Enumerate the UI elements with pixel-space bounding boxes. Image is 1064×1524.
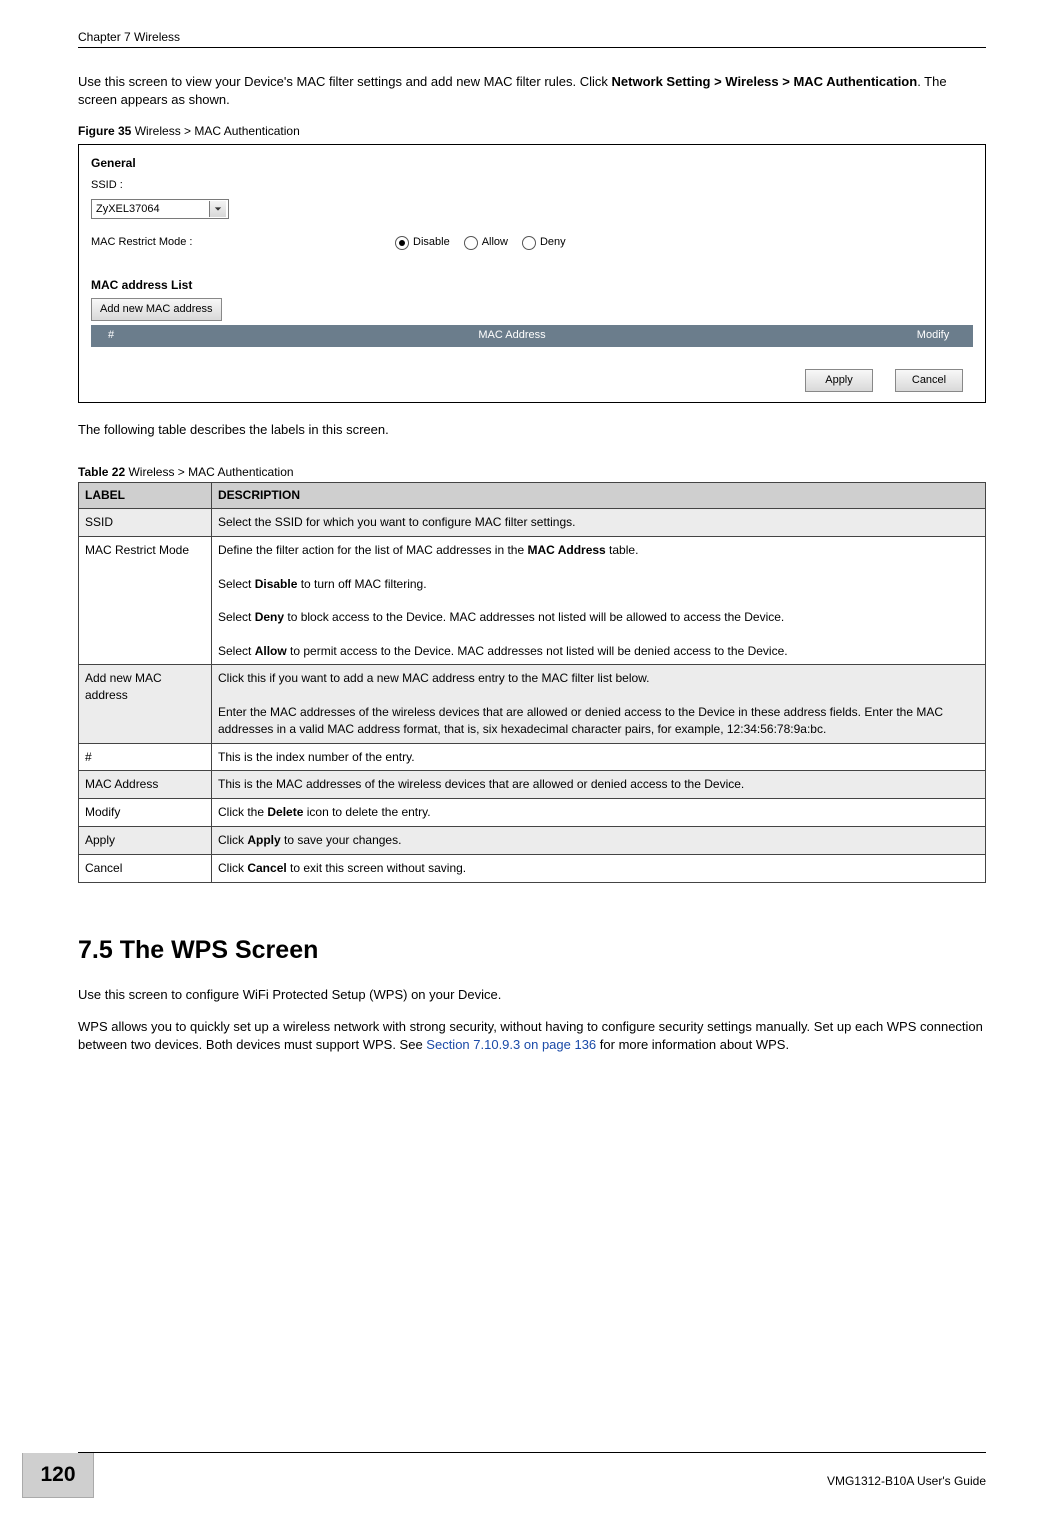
- chevron-down-icon: [209, 201, 226, 217]
- cell-label: SSID: [79, 509, 212, 537]
- section-link[interactable]: Section 7.10.9.3 on page 136: [426, 1037, 596, 1052]
- cell-desc: This is the index number of the entry.: [212, 743, 986, 771]
- section-p2b: for more information about WPS.: [596, 1037, 789, 1052]
- table-row: MAC Restrict ModeDefine the filter actio…: [79, 536, 986, 665]
- mid-text: The following table describes the labels…: [78, 421, 986, 439]
- intro-text-a: Use this screen to view your Device's MA…: [78, 74, 612, 89]
- cell-label: #: [79, 743, 212, 771]
- table-row: ApplyClick Apply to save your changes.: [79, 827, 986, 855]
- table-caption: Table 22 Wireless > MAC Authentication: [78, 464, 986, 481]
- table-row: SSIDSelect the SSID for which you want t…: [79, 509, 986, 537]
- col-modify: Modify: [893, 328, 973, 343]
- table-row: Add new MAC addressClick this if you wan…: [79, 665, 986, 743]
- intro-paragraph: Use this screen to view your Device's MA…: [78, 73, 986, 109]
- table-row: MAC AddressThis is the MAC addresses of …: [79, 771, 986, 799]
- cell-desc: Click this if you want to add a new MAC …: [212, 665, 986, 743]
- cell-label: MAC Address: [79, 771, 212, 799]
- cell-desc: Define the filter action for the list of…: [212, 536, 986, 665]
- page-number: 120: [22, 1453, 94, 1498]
- th-label: LABEL: [79, 483, 212, 509]
- apply-button[interactable]: Apply: [805, 369, 873, 392]
- radio-disable-label: Disable: [413, 235, 450, 250]
- ssid-select[interactable]: ZyXEL37064: [91, 199, 229, 219]
- radio-allow[interactable]: [464, 236, 478, 250]
- figure-maclist-label: MAC address List: [91, 277, 973, 294]
- cell-desc: This is the MAC addresses of the wireles…: [212, 771, 986, 799]
- cell-desc: Click Apply to save your changes.: [212, 827, 986, 855]
- cell-label: Modify: [79, 799, 212, 827]
- cell-label: MAC Restrict Mode: [79, 536, 212, 665]
- section-p1: Use this screen to configure WiFi Protec…: [78, 986, 986, 1004]
- cancel-button[interactable]: Cancel: [895, 369, 963, 392]
- radio-deny-label: Deny: [540, 235, 566, 250]
- description-table: LABEL DESCRIPTION SSIDSelect the SSID fo…: [78, 482, 986, 882]
- table-row: ModifyClick the Delete icon to delete th…: [79, 799, 986, 827]
- figure-general-label: General: [91, 155, 973, 172]
- chapter-label: Chapter 7 Wireless: [78, 30, 180, 44]
- figure-screenshot: General SSID : ZyXEL37064 MAC Restrict M…: [78, 144, 986, 403]
- figure-title: Wireless > MAC Authentication: [131, 124, 299, 138]
- figure-ssid-label: SSID :: [91, 178, 973, 193]
- figure-restrict-label: MAC Restrict Mode :: [91, 235, 381, 250]
- section-heading: 7.5 The WPS Screen: [78, 933, 986, 968]
- ssid-value: ZyXEL37064: [96, 202, 160, 217]
- radio-allow-label: Allow: [482, 235, 508, 250]
- footer: 120 VMG1312-B10A User's Guide: [0, 1452, 1064, 1498]
- body: Use this screen to view your Device's MA…: [78, 73, 986, 1054]
- cell-desc: Click the Delete icon to delete the entr…: [212, 799, 986, 827]
- intro-path: Network Setting > Wireless > MAC Authent…: [612, 74, 918, 89]
- cell-label: Add new MAC address: [79, 665, 212, 743]
- table-title: Wireless > MAC Authentication: [125, 465, 293, 479]
- add-mac-button[interactable]: Add new MAC address: [91, 298, 222, 321]
- cell-label: Cancel: [79, 854, 212, 882]
- section-p2: WPS allows you to quickly set up a wirel…: [78, 1018, 986, 1054]
- mac-table-header: # MAC Address Modify: [91, 325, 973, 347]
- table-row: #This is the index number of the entry.: [79, 743, 986, 771]
- col-mac: MAC Address: [131, 328, 893, 343]
- cell-label: Apply: [79, 827, 212, 855]
- figure-caption: Figure 35 Wireless > MAC Authentication: [78, 123, 986, 140]
- cell-desc: Select the SSID for which you want to co…: [212, 509, 986, 537]
- radio-deny[interactable]: [522, 236, 536, 250]
- col-num: #: [91, 328, 131, 343]
- table-row: CancelClick Cancel to exit this screen w…: [79, 854, 986, 882]
- radio-disable[interactable]: [395, 236, 409, 250]
- figure-number: Figure 35: [78, 124, 131, 138]
- guide-title: VMG1312-B10A User's Guide: [94, 1464, 1064, 1488]
- table-number: Table 22: [78, 465, 125, 479]
- th-desc: DESCRIPTION: [212, 483, 986, 509]
- cell-desc: Click Cancel to exit this screen without…: [212, 854, 986, 882]
